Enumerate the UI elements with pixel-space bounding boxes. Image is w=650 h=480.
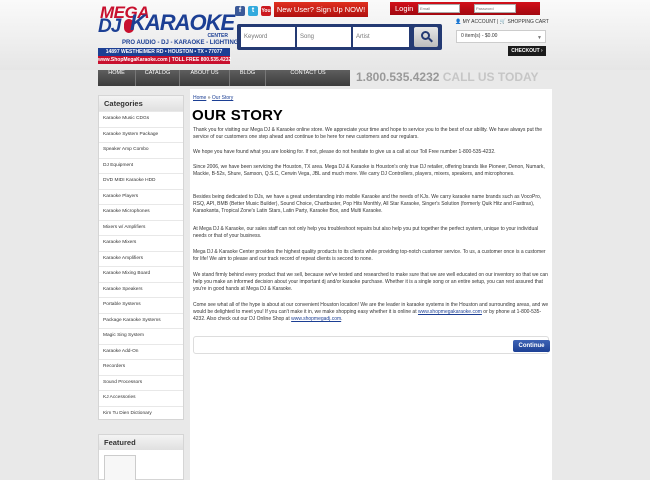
continue-bar: Continue [193,336,550,354]
password-field[interactable] [474,4,516,13]
category-item[interactable]: Sound Processors [99,375,183,390]
nav-item-contact-us[interactable]: CONTACT US [266,70,350,86]
categories-heading: Categories [99,96,183,111]
phone-number: 1.800.535.4232 [356,70,440,84]
featured-product-image[interactable] [104,455,136,480]
category-item[interactable]: Recorders [99,359,183,374]
story-text: . [341,316,343,322]
categories-panel: Categories Karaoke Music CDGs Karaoke Sy… [98,95,184,420]
category-item[interactable]: Karaoke Microphones [99,204,183,219]
search-bar: Keyword Song Artist [237,24,442,50]
song-search-input[interactable]: Song [297,27,351,47]
category-item[interactable]: Karaoke Mixing Board [99,266,183,281]
category-item[interactable]: Portable Systems [99,297,183,312]
category-item[interactable]: Karaoke Speakers [99,282,183,297]
search-icon-handle [428,37,433,43]
twitter-icon[interactable]: t [248,6,258,16]
logo-website: www.ShopMegaKaraoke.com | TOLL FREE 800.… [98,56,232,64]
phone-call-us-text: CALL US TODAY [442,70,539,84]
signup-button[interactable]: New User? Sign Up NOW! [274,2,368,17]
logo-address: 14897 WESTHEIMER RD • HOUSTON • TX • 770… [98,48,230,56]
logo-tagline: PRO AUDIO - DJ - KARAOKE - LIGHTING [122,40,239,46]
youtube-icon[interactable]: You [261,6,271,16]
featured-heading: Featured [99,435,183,450]
main-nav: HOME CATALOG ABOUT US BLOG CONTACT US [98,70,350,86]
checkout-button[interactable]: CHECKOUT › [508,46,546,56]
category-item[interactable]: Karaoke System Package [99,127,183,142]
category-item[interactable]: Karaoke Mixers [99,235,183,250]
site-header: MEGA DJ KARAOKE CENTER PRO AUDIO - DJ - … [0,0,650,70]
chevron-down-icon: ▼ [537,35,542,41]
continue-button[interactable]: Continue [513,340,550,352]
facebook-icon[interactable]: f [235,6,245,16]
nav-item-blog[interactable]: BLOG [230,70,266,86]
story-paragraph: Thank you for visiting our Mega DJ & Kar… [193,127,543,140]
category-item[interactable]: DJ Equipment [99,158,183,173]
phone-banner: 1.800.535.4232 CALL US TODAY [356,70,539,84]
story-paragraph: Come see what all of the hype is about a… [193,302,549,323]
artist-search-input[interactable]: Artist [353,27,409,47]
nav-item-catalog[interactable]: CATALOG [136,70,180,86]
story-paragraph: Besides being dedicated to DJs, we have … [193,194,542,214]
category-item[interactable]: Package Karaoke Systems [99,313,183,328]
email-field[interactable] [418,4,460,13]
login-label[interactable]: Login [395,2,413,15]
category-item[interactable]: Kim Tu Dien Dictionary [99,406,183,421]
category-item[interactable]: Karaoke Add-On [99,344,183,359]
site-logo[interactable]: MEGA DJ KARAOKE CENTER PRO AUDIO - DJ - … [98,3,238,66]
nav-item-home[interactable]: HOME [98,70,136,86]
category-item[interactable]: Karaoke Amplifiers [99,251,183,266]
story-paragraph: At Mega DJ & Karaoke, our sales staff ca… [193,226,539,239]
category-item[interactable]: Karaoke Music CDGs [99,111,183,126]
story-paragraph: We stand firmly behind every product tha… [193,272,548,292]
login-bar: Login [390,2,540,15]
page-title: OUR STORY [192,107,284,124]
search-button[interactable] [414,27,438,47]
shopmegakaraoke-link[interactable]: www.shopmegakaraoke.com [418,309,482,315]
category-item[interactable]: KJ Accessories [99,390,183,405]
cart-summary-text: 0 item(s) - $0.00 [461,33,498,39]
breadcrumb: Home » Our Story [193,95,233,101]
breadcrumb-home-link[interactable]: Home [193,95,206,101]
account-cart-links[interactable]: 👤 MY ACCOUNT | 🛒 SHOPPING CART [455,19,549,25]
featured-panel: Featured [98,434,184,480]
category-item[interactable]: Mixers w/ Amplifiers [99,220,183,235]
logo-center-text: CENTER [207,33,228,39]
category-item[interactable]: DVD MIDI Karaoke HDD [99,173,183,188]
cart-summary[interactable]: 0 item(s) - $0.00 ▼ [456,30,546,43]
category-item[interactable]: Magic Sing System [99,328,183,343]
breadcrumb-current-link[interactable]: Our Story [212,95,233,101]
category-item[interactable]: Karaoke Players [99,189,183,204]
keyword-search-input[interactable]: Keyword [241,27,295,47]
story-paragraph: Since 2006, we have been servicing the H… [193,164,545,177]
main-content: Home » Our Story OUR STORY Thank you for… [190,89,552,480]
category-item[interactable]: Speaker Amp Combo [99,142,183,157]
story-paragraph: We hope you have found what you are look… [193,149,496,155]
nav-item-about-us[interactable]: ABOUT US [180,70,230,86]
shopmegadj-link[interactable]: www.shopmegadj.com [291,316,341,322]
logo-dj-text: DJ [98,16,121,37]
story-paragraph: Mega DJ & Karaoke Center provides the hi… [193,249,546,262]
